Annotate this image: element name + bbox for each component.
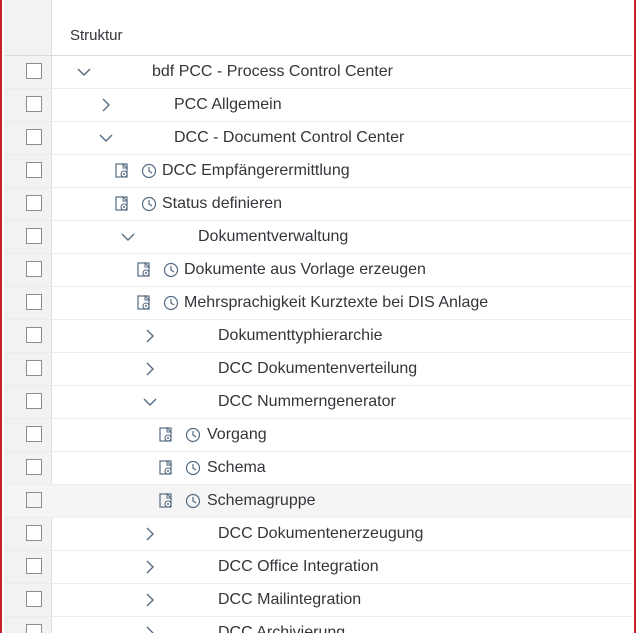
execute-icon[interactable] [136, 261, 154, 279]
chevron-right-icon[interactable] [142, 625, 158, 633]
tree-rows: bdf PCC - Process Control Center PCC All… [4, 56, 632, 633]
tree-node-label[interactable]: Mehrsprachigkeit Kurztexte bei DIS Anlag… [184, 294, 488, 312]
execute-icon[interactable] [158, 492, 176, 510]
tree-node-label: Dokumenttyphierarchie [218, 327, 383, 344]
tree-node-label: DCC Mailintegration [218, 591, 362, 608]
column-header-struktur: Struktur [70, 27, 123, 44]
tree-row[interactable]: Dokumenttyphierarchie [4, 320, 632, 353]
chevron-right-icon[interactable] [142, 328, 158, 344]
row-select-checkbox[interactable] [26, 63, 42, 79]
chevron-right-icon[interactable] [142, 361, 158, 377]
row-select-checkbox[interactable] [26, 459, 42, 475]
tree-row[interactable]: DCC Dokumentenerzeugung [4, 518, 632, 551]
tree-node-label[interactable]: DCC Empfängerermittlung [162, 162, 350, 180]
row-select-checkbox[interactable] [26, 261, 42, 277]
tree-node-label: DCC Dokumentenverteilung [218, 360, 418, 377]
row-select-checkbox[interactable] [26, 294, 42, 310]
tree-table: Struktur bdf PCC - Process Control Cente… [0, 0, 636, 633]
tree-node-label[interactable]: Dokumente aus Vorlage erzeugen [184, 261, 426, 279]
tree-node-label: DCC Dokumentenerzeugung [218, 525, 424, 542]
execute-icon[interactable] [158, 459, 176, 477]
row-select-checkbox[interactable] [26, 162, 42, 178]
execute-icon[interactable] [114, 195, 132, 213]
tree-node-label[interactable]: Schemagruppe [207, 492, 316, 510]
tree-row[interactable]: DCC Nummerngenerator [4, 386, 632, 419]
chevron-right-icon[interactable] [142, 526, 158, 542]
tree-node-label: PCC Allgemein [174, 96, 282, 113]
history-icon[interactable] [184, 426, 202, 444]
tree-node-label[interactable]: Status definieren [162, 195, 282, 213]
tree-node-label: DCC Nummerngenerator [218, 393, 396, 410]
row-select-checkbox[interactable] [26, 327, 42, 343]
history-icon[interactable] [184, 492, 202, 510]
history-icon[interactable] [140, 195, 158, 213]
tree-row[interactable]: Schema [4, 452, 632, 485]
tree-row[interactable]: DCC Empfängerermittlung [4, 155, 632, 188]
tree-row[interactable]: bdf PCC - Process Control Center [4, 56, 632, 89]
chevron-right-icon[interactable] [142, 559, 158, 575]
row-select-checkbox[interactable] [26, 195, 42, 211]
tree-node-label: DCC - Document Control Center [174, 129, 405, 146]
tree-node-label[interactable]: Vorgang [207, 426, 267, 444]
row-select-checkbox[interactable] [26, 591, 42, 607]
chevron-right-icon[interactable] [142, 592, 158, 608]
row-select-checkbox[interactable] [26, 129, 42, 145]
tree-node-label: DCC Archivierung [218, 624, 346, 633]
table-header: Struktur [4, 0, 632, 56]
execute-icon[interactable] [158, 426, 176, 444]
history-icon[interactable] [140, 162, 158, 180]
row-select-checkbox[interactable] [26, 558, 42, 574]
row-select-checkbox[interactable] [26, 228, 42, 244]
tree-node-label[interactable]: Schema [207, 459, 266, 477]
tree-row[interactable]: Vorgang [4, 419, 632, 452]
tree-row[interactable]: DCC - Document Control Center [4, 122, 632, 155]
tree-node-label: bdf PCC - Process Control Center [152, 63, 393, 80]
chevron-down-icon[interactable] [98, 130, 114, 146]
tree-row[interactable]: DCC Dokumentenverteilung [4, 353, 632, 386]
row-select-checkbox[interactable] [26, 393, 42, 409]
tree-node-label: Dokumentverwaltung [198, 228, 349, 245]
chevron-down-icon[interactable] [120, 229, 136, 245]
history-icon[interactable] [162, 261, 180, 279]
row-select-checkbox[interactable] [26, 96, 42, 112]
tree-row[interactable]: DCC Office Integration [4, 551, 632, 584]
chevron-down-icon[interactable] [142, 394, 158, 410]
row-select-checkbox[interactable] [26, 624, 42, 633]
execute-icon[interactable] [136, 294, 154, 312]
chevron-right-icon[interactable] [98, 97, 114, 113]
tree-row[interactable]: Dokumentverwaltung [4, 221, 632, 254]
row-select-checkbox[interactable] [26, 525, 42, 541]
execute-icon[interactable] [114, 162, 132, 180]
tree-row[interactable]: DCC Mailintegration [4, 584, 632, 617]
history-icon[interactable] [184, 459, 202, 477]
chevron-down-icon[interactable] [76, 64, 92, 80]
row-select-checkbox[interactable] [26, 492, 42, 508]
tree-row[interactable]: Mehrsprachigkeit Kurztexte bei DIS Anlag… [4, 287, 632, 320]
row-select-checkbox[interactable] [26, 360, 42, 376]
tree-row[interactable]: DCC Archivierung [4, 617, 632, 633]
history-icon[interactable] [162, 294, 180, 312]
row-select-checkbox[interactable] [26, 426, 42, 442]
tree-row[interactable]: Schemagruppe [4, 485, 632, 518]
tree-node-label: DCC Office Integration [218, 558, 379, 575]
tree-row[interactable]: Dokumente aus Vorlage erzeugen [4, 254, 632, 287]
tree-row[interactable]: PCC Allgemein [4, 89, 632, 122]
tree-row[interactable]: Status definieren [4, 188, 632, 221]
